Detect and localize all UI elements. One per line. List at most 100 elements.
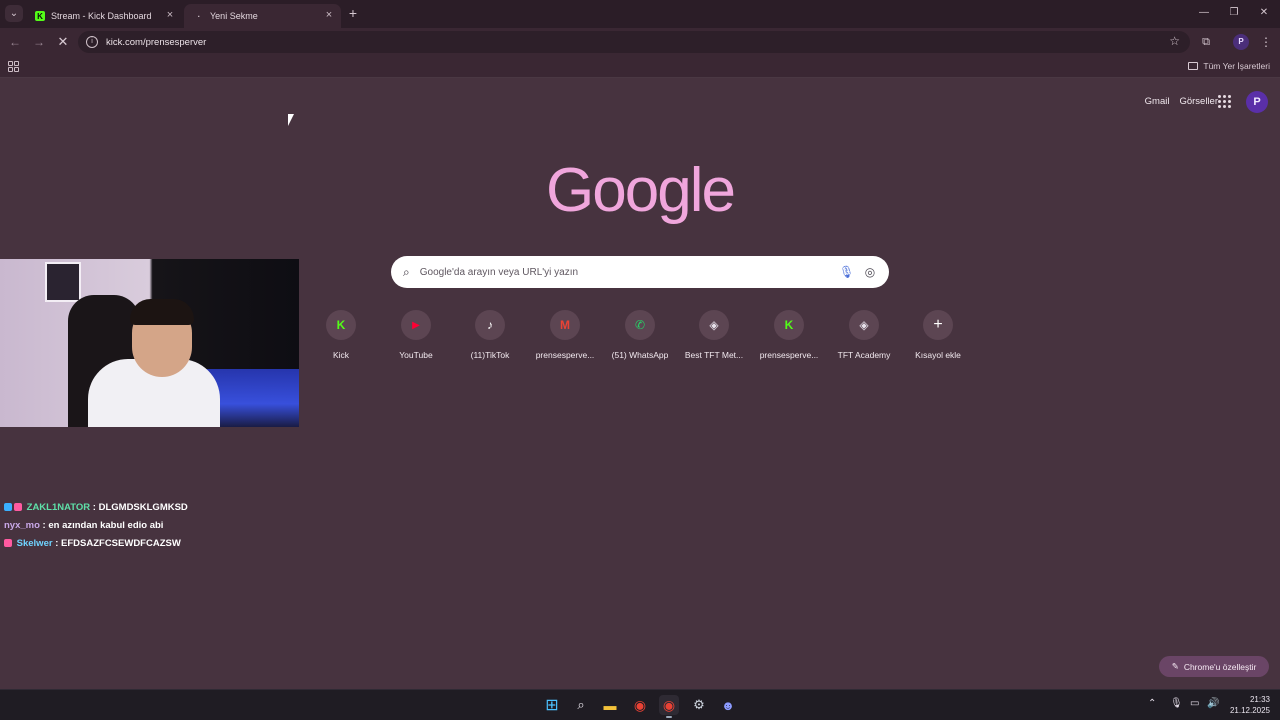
tab-title: Stream - Kick Dashboard [51, 11, 152, 21]
shortcut-tile[interactable]: K Kick [304, 310, 378, 360]
tab-kick-dashboard[interactable]: K Stream - Kick Dashboard × [25, 4, 182, 28]
shortcut-label: YouTube [399, 350, 433, 360]
shortcut-label: Kısayol ekle [915, 350, 961, 360]
badge-icon [4, 503, 12, 511]
new-tab-button[interactable]: + [345, 5, 361, 21]
tiktok-icon: ♪ [475, 310, 505, 340]
site-info-icon[interactable]: i [86, 36, 98, 48]
tft-icon: ◈ [849, 310, 879, 340]
search-icon: ⌕ [403, 264, 410, 279]
clock-date: 21.12.2025 [1229, 706, 1270, 715]
close-window-icon[interactable]: ✕ [1257, 6, 1271, 20]
chat-username: Skelwer [16, 538, 53, 549]
badge-icon [14, 503, 22, 511]
windows-taskbar: ⊞ ⌕ ▬ ◉ ◉ ⚙ ☻ ⌃ 🎙 ▭ 🔊 21:33 21.12.2025 [0, 689, 1280, 720]
kick-icon: K [774, 310, 804, 340]
kick-icon: K [35, 11, 45, 21]
discord-icon[interactable]: ☻ [718, 695, 738, 715]
apps-shortcut-icon[interactable] [8, 61, 19, 72]
tab-search-button[interactable]: ⌄ [5, 5, 23, 22]
search-placeholder: Google'da arayın veya URL'yi yazın [419, 266, 579, 278]
shortcut-label: Best TFT Met... [684, 350, 744, 360]
tab-new-tab[interactable]: · Yeni Sekme × [184, 4, 341, 28]
shortcut-tile[interactable]: ✆ (51) WhatsApp [603, 310, 677, 360]
ntp-header-links: Gmail Görseller [1145, 96, 1218, 107]
close-icon[interactable]: × [323, 9, 335, 21]
lens-search-icon[interactable]: ◎ [863, 264, 877, 280]
back-icon[interactable]: ← [7, 34, 23, 50]
shortcut-tile[interactable]: K prensesperve... [752, 310, 826, 360]
network-icon[interactable]: ▭ [1190, 698, 1199, 709]
address-bar[interactable]: i kick.com/prensesperver ☆ [78, 31, 1190, 53]
profile-avatar[interactable]: P [1233, 34, 1249, 50]
tft-icon: ◈ [699, 310, 729, 340]
chat-text: en azından kabul edio abi [48, 520, 164, 531]
all-bookmarks-label: Tüm Yer İşaretleri [1203, 61, 1270, 71]
shortcut-tile[interactable]: ▶ YouTube [379, 310, 453, 360]
youtube-icon: ▶ [401, 310, 431, 340]
restore-icon[interactable]: ❐ [1227, 6, 1241, 20]
chat-message: Skelwer : EFDSAZFCSEWDFCAZSW [4, 538, 188, 556]
chat-username: nyx_mo [4, 520, 40, 531]
mouse-cursor-icon [288, 114, 294, 126]
bookmarks-bar: Tüm Yer İşaretleri [0, 56, 1280, 78]
chat-text: DLGMDSKLGMKSD [98, 502, 188, 513]
customize-label: Chrome'u özelleştir [1183, 661, 1257, 672]
bookmark-star-icon[interactable]: ☆ [1169, 34, 1180, 48]
app-icon[interactable]: ⚙ [689, 695, 709, 715]
chat-message: ZAKL1NATOR : DLGMDSKLGMKSD [4, 502, 188, 520]
browser-toolbar: ← → ✕ i kick.com/prensesperver ☆ ⧉ P ⋮ [0, 28, 1280, 56]
chrome-active-icon[interactable]: ◉ [659, 695, 679, 718]
system-clock[interactable]: 21:33 21.12.2025 [1228, 694, 1270, 716]
chat-text: EFDSAZFCSEWDFCAZSW [61, 538, 181, 549]
chat-username: ZAKL1NATOR [26, 502, 91, 513]
shortcut-label: prensesperve... [535, 350, 595, 360]
tab-title: Yeni Sekme [210, 11, 258, 21]
clock-time: 21:33 [1249, 695, 1270, 704]
microphone-icon[interactable]: 🎙 [1170, 698, 1183, 709]
voice-search-icon[interactable]: 🎙 [839, 264, 854, 280]
wall-poster [45, 262, 81, 302]
gmail-icon: M [550, 310, 580, 340]
forward-icon[interactable]: → [31, 34, 47, 50]
google-apps-icon[interactable] [1218, 95, 1231, 108]
plus-icon: + [923, 310, 953, 340]
shortcut-label: prensesperve... [759, 350, 819, 360]
folder-icon [1188, 62, 1199, 70]
shortcut-label: Kick [332, 350, 350, 360]
whatsapp-icon: ✆ [625, 310, 655, 340]
close-icon[interactable]: × [164, 9, 176, 21]
search-icon[interactable]: ⌕ [571, 695, 591, 715]
menu-icon[interactable]: ⋮ [1260, 34, 1272, 50]
shortcut-tile[interactable]: ♪ (11)TikTok [453, 310, 527, 360]
images-link[interactable]: Görseller [1179, 96, 1218, 107]
shortcut-label: (11)TikTok [470, 350, 510, 360]
customize-chrome-button[interactable]: ✎ Chrome'u özelleştir [1159, 656, 1269, 677]
loading-icon: · [197, 11, 201, 21]
shortcut-label: TFT Academy [837, 350, 891, 360]
webcam-overlay [0, 259, 299, 427]
google-logo: Google [546, 156, 736, 225]
chat-message: nyx_mo : en azından kabul edio abi [4, 520, 164, 531]
file-explorer-icon[interactable]: ▬ [600, 695, 620, 715]
gmail-link[interactable]: Gmail [1145, 96, 1170, 107]
minimize-icon[interactable]: — [1197, 6, 1211, 20]
stop-loading-icon[interactable]: ✕ [55, 34, 71, 50]
shortcut-tile[interactable]: ◈ Best TFT Met... [677, 310, 751, 360]
add-shortcut-tile[interactable]: + Kısayol ekle [901, 310, 975, 360]
shortcut-tile[interactable]: ◈ TFT Academy [827, 310, 901, 360]
windows-start-icon[interactable]: ⊞ [542, 695, 562, 715]
shortcut-tile[interactable]: M prensesperve... [528, 310, 602, 360]
chevron-up-icon[interactable]: ⌃ [1148, 698, 1156, 709]
badge-icon [4, 539, 12, 547]
volume-icon[interactable]: 🔊 [1207, 698, 1219, 709]
tab-strip: ⌄ K Stream - Kick Dashboard × · Yeni Sek… [0, 0, 1280, 28]
address-bar-url: kick.com/prensesperver [106, 36, 207, 48]
google-account-avatar[interactable]: P [1246, 91, 1268, 113]
shortcut-label: (51) WhatsApp [611, 350, 669, 360]
search-box[interactable]: ⌕ Google'da arayın veya URL'yi yazın 🎙 ◎ [391, 256, 889, 288]
extensions-icon[interactable]: ⧉ [1198, 34, 1214, 50]
chat-overlay: ZAKL1NATOR : DLGMDSKLGMKSD nyx_mo : en a… [4, 502, 188, 556]
all-bookmarks-button[interactable]: Tüm Yer İşaretleri [1188, 61, 1270, 71]
chrome-icon[interactable]: ◉ [630, 695, 650, 715]
